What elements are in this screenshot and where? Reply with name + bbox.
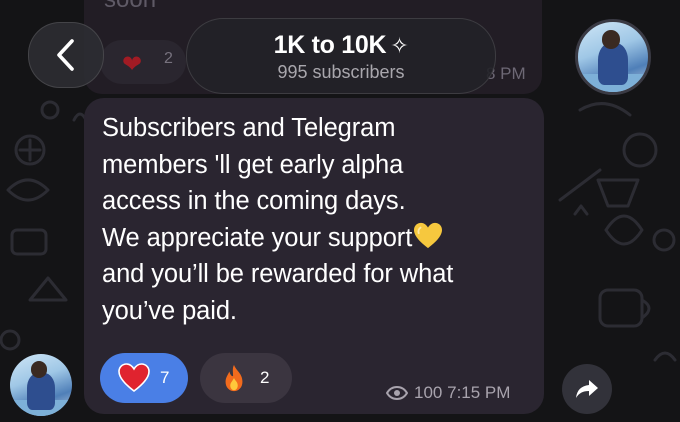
reaction-heart-button[interactable]: 7	[100, 353, 188, 403]
fire-icon	[225, 364, 243, 392]
previous-message-text: soon	[104, 0, 156, 14]
message-line: and you’ll be rewarded for what	[102, 260, 454, 288]
sender-avatar[interactable]	[10, 354, 72, 416]
message-line: Subscribers and Telegram	[102, 114, 396, 142]
message-meta: 100 7:15 PM	[386, 383, 510, 403]
message-line: access in the coming days.	[102, 187, 406, 215]
reaction-heart-count: 7	[160, 368, 170, 387]
channel-title: 1K to 10K	[273, 31, 387, 59]
message-line: We appreciate your support	[102, 223, 413, 252]
message-line: members 'll get early alpha	[102, 150, 404, 179]
share-arrow-icon	[576, 380, 598, 398]
chevron-left-icon	[57, 39, 74, 71]
red-heart-icon: ❤	[122, 51, 143, 78]
reaction-fire-button[interactable]: 2	[200, 353, 292, 403]
message-line: you’ve paid.	[102, 296, 237, 325]
back-button[interactable]	[28, 22, 104, 88]
reaction-fire-count: 2	[260, 368, 270, 387]
view-count: 100	[414, 383, 443, 402]
share-button[interactable]	[562, 364, 612, 414]
subscriber-count: 995 subscribers	[277, 62, 405, 82]
channel-avatar[interactable]	[575, 19, 651, 95]
channel-header[interactable]: 1K to 10K ✧ 995 subscribers	[186, 18, 496, 94]
message-time: 7:15 PM	[447, 383, 511, 402]
message-text: Subscribers and Telegram members 'll get…	[102, 110, 532, 329]
sparkle-icon: ✧	[390, 33, 409, 58]
previous-reaction-heart[interactable]	[100, 40, 186, 84]
yellow-heart-icon	[414, 222, 443, 248]
eye-icon	[386, 386, 408, 400]
previous-reaction-count: 2	[164, 50, 173, 67]
red-heart-icon	[118, 363, 150, 393]
